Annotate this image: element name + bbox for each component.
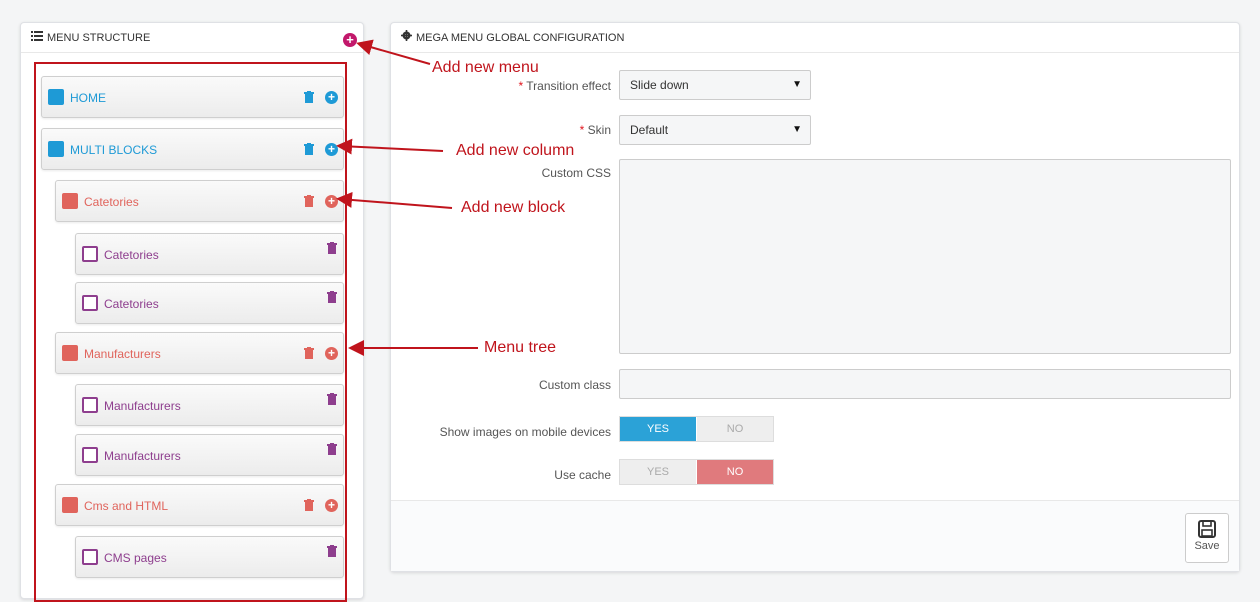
trash-icon[interactable] — [304, 91, 314, 103]
column-item-label: Catetories — [84, 195, 139, 209]
column-item-catetories[interactable]: Catetories + — [55, 180, 344, 222]
mobile-images-toggle[interactable]: YES NO — [619, 416, 774, 442]
block-item-manufacturers[interactable]: Manufacturers — [75, 434, 344, 476]
transition-effect-label-text: Transition effect — [526, 79, 611, 93]
menu-item-home[interactable]: HOME + — [41, 76, 344, 118]
global-configuration-panel: MEGA MENU GLOBAL CONFIGURATION * Transit… — [390, 22, 1240, 572]
menu-tree: HOME + MULTI BLOCKS + Catetories + Catet… — [34, 62, 347, 602]
annotation-menu-tree: Menu tree — [484, 339, 557, 356]
add-column-icon[interactable]: + — [325, 143, 338, 156]
block-item-manufacturers[interactable]: Manufacturers — [75, 384, 344, 426]
menu-item-label: MULTI BLOCKS — [70, 143, 158, 157]
add-block-icon[interactable]: + — [325, 195, 338, 208]
transition-effect-label: * Transition effect — [391, 79, 611, 93]
toggle-yes-option[interactable]: YES — [620, 417, 696, 441]
menu-item-label: HOME — [70, 91, 106, 105]
menu-structure-header: MENU STRUCTURE — [21, 23, 363, 53]
save-label: Save — [1194, 540, 1220, 552]
column-icon — [62, 345, 78, 361]
block-icon — [82, 246, 98, 262]
caret-down-icon: ▼ — [792, 124, 802, 135]
trash-icon[interactable] — [327, 393, 337, 405]
column-item-label: Cms and HTML — [84, 499, 169, 513]
block-icon — [82, 447, 98, 463]
block-item-label: Manufacturers — [104, 449, 181, 463]
mobile-images-label: Show images on mobile devices — [439, 425, 611, 439]
trash-icon[interactable] — [327, 443, 337, 455]
list-icon — [31, 23, 43, 53]
block-item-label: Catetories — [104, 297, 159, 311]
block-icon — [82, 295, 98, 311]
annotation-add-menu: Add new menu — [432, 59, 539, 76]
required-mark: * — [518, 79, 524, 93]
block-item-catetories[interactable]: Catetories — [75, 233, 344, 275]
save-button[interactable]: Save — [1185, 513, 1229, 563]
custom-class-label: Custom class — [538, 378, 611, 392]
trash-icon[interactable] — [304, 143, 314, 155]
transition-effect-select[interactable]: Slide down ▼ — [619, 70, 811, 100]
custom-css-textarea[interactable] — [619, 159, 1231, 354]
block-item-label: Catetories — [104, 248, 159, 262]
required-mark: * — [579, 123, 585, 137]
column-icon — [62, 497, 78, 513]
use-cache-toggle[interactable]: YES NO — [619, 459, 774, 485]
column-item-cms-and-html[interactable]: Cms and HTML + — [55, 484, 344, 526]
menu-icon — [48, 141, 64, 157]
trash-icon[interactable] — [304, 499, 314, 511]
custom-css-label: Custom CSS — [541, 166, 611, 180]
toggle-no-option[interactable]: NO — [697, 460, 773, 484]
block-item-label: Manufacturers — [104, 399, 181, 413]
floppy-disk-icon — [1198, 520, 1216, 538]
annotation-add-block: Add new block — [461, 199, 566, 216]
column-icon — [62, 193, 78, 209]
block-item-catetories[interactable]: Catetories — [75, 282, 344, 324]
menu-structure-title: MENU STRUCTURE — [47, 32, 151, 44]
add-column-icon[interactable]: + — [325, 91, 338, 104]
global-configuration-title: MEGA MENU GLOBAL CONFIGURATION — [416, 32, 625, 44]
column-item-manufacturers[interactable]: Manufacturers + — [55, 332, 344, 374]
menu-item-multi-blocks[interactable]: MULTI BLOCKS + — [41, 128, 344, 170]
menu-icon — [48, 89, 64, 105]
trash-icon[interactable] — [327, 545, 337, 557]
gear-icon — [401, 23, 412, 53]
skin-label-text: Skin — [587, 123, 611, 137]
column-item-label: Manufacturers — [84, 347, 161, 361]
block-item-label: CMS pages — [104, 551, 167, 565]
add-block-icon[interactable]: + — [325, 499, 338, 512]
toggle-yes-option[interactable]: YES — [620, 460, 696, 484]
trash-icon[interactable] — [304, 195, 314, 207]
custom-class-input[interactable] — [619, 369, 1231, 399]
transition-effect-value: Slide down — [630, 78, 689, 92]
trash-icon[interactable] — [327, 291, 337, 303]
block-item-cms-pages[interactable]: CMS pages — [75, 536, 344, 578]
trash-icon[interactable] — [304, 347, 314, 359]
panel-footer: Save — [391, 500, 1239, 571]
caret-down-icon: ▼ — [792, 79, 802, 90]
global-configuration-header: MEGA MENU GLOBAL CONFIGURATION — [391, 23, 1239, 53]
add-menu-button[interactable]: + — [343, 33, 357, 47]
block-icon — [82, 549, 98, 565]
trash-icon[interactable] — [327, 242, 337, 254]
menu-structure-panel: MENU STRUCTURE + HOME + MULTI BLOCKS + C… — [20, 22, 364, 602]
add-block-icon[interactable]: + — [325, 347, 338, 360]
skin-select[interactable]: Default ▼ — [619, 115, 811, 145]
block-icon — [82, 397, 98, 413]
annotation-add-column: Add new column — [456, 142, 575, 159]
use-cache-label: Use cache — [554, 468, 611, 482]
skin-label: * Skin — [391, 123, 611, 137]
skin-value: Default — [630, 123, 669, 137]
toggle-no-option[interactable]: NO — [697, 417, 773, 441]
